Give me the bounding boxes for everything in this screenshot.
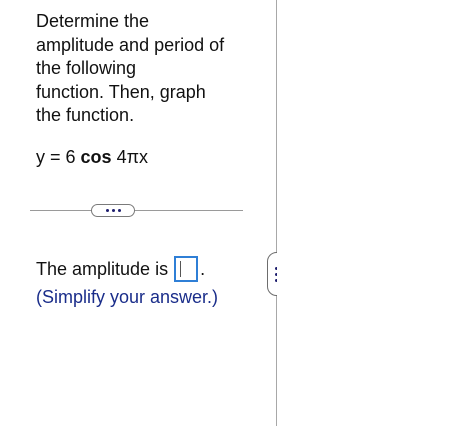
function-equation: y = 6 cos 4πx [36,146,148,168]
ellipsis-icon [117,209,121,212]
sentence-period: . [200,258,206,279]
equation-argument: 4πx [111,147,148,167]
amplitude-label: The amplitude is [36,258,169,279]
equation-lhs: y = 6 [36,147,81,167]
text-caret [180,261,182,277]
amplitude-input[interactable] [174,256,199,282]
graph-panel [277,0,474,426]
question-panel: Determine the amplitude and period of th… [0,0,276,426]
ellipsis-icon [111,209,115,212]
section-divider [30,210,243,211]
ellipsis-icon [105,209,109,212]
question-prompt: Determine the amplitude and period of th… [36,11,225,125]
equation-function: cos [80,147,112,167]
simplify-hint: (Simplify your answer.) [36,287,219,307]
amplitude-answer-line: The amplitude is . [36,256,205,282]
show-more-button[interactable] [91,204,135,217]
